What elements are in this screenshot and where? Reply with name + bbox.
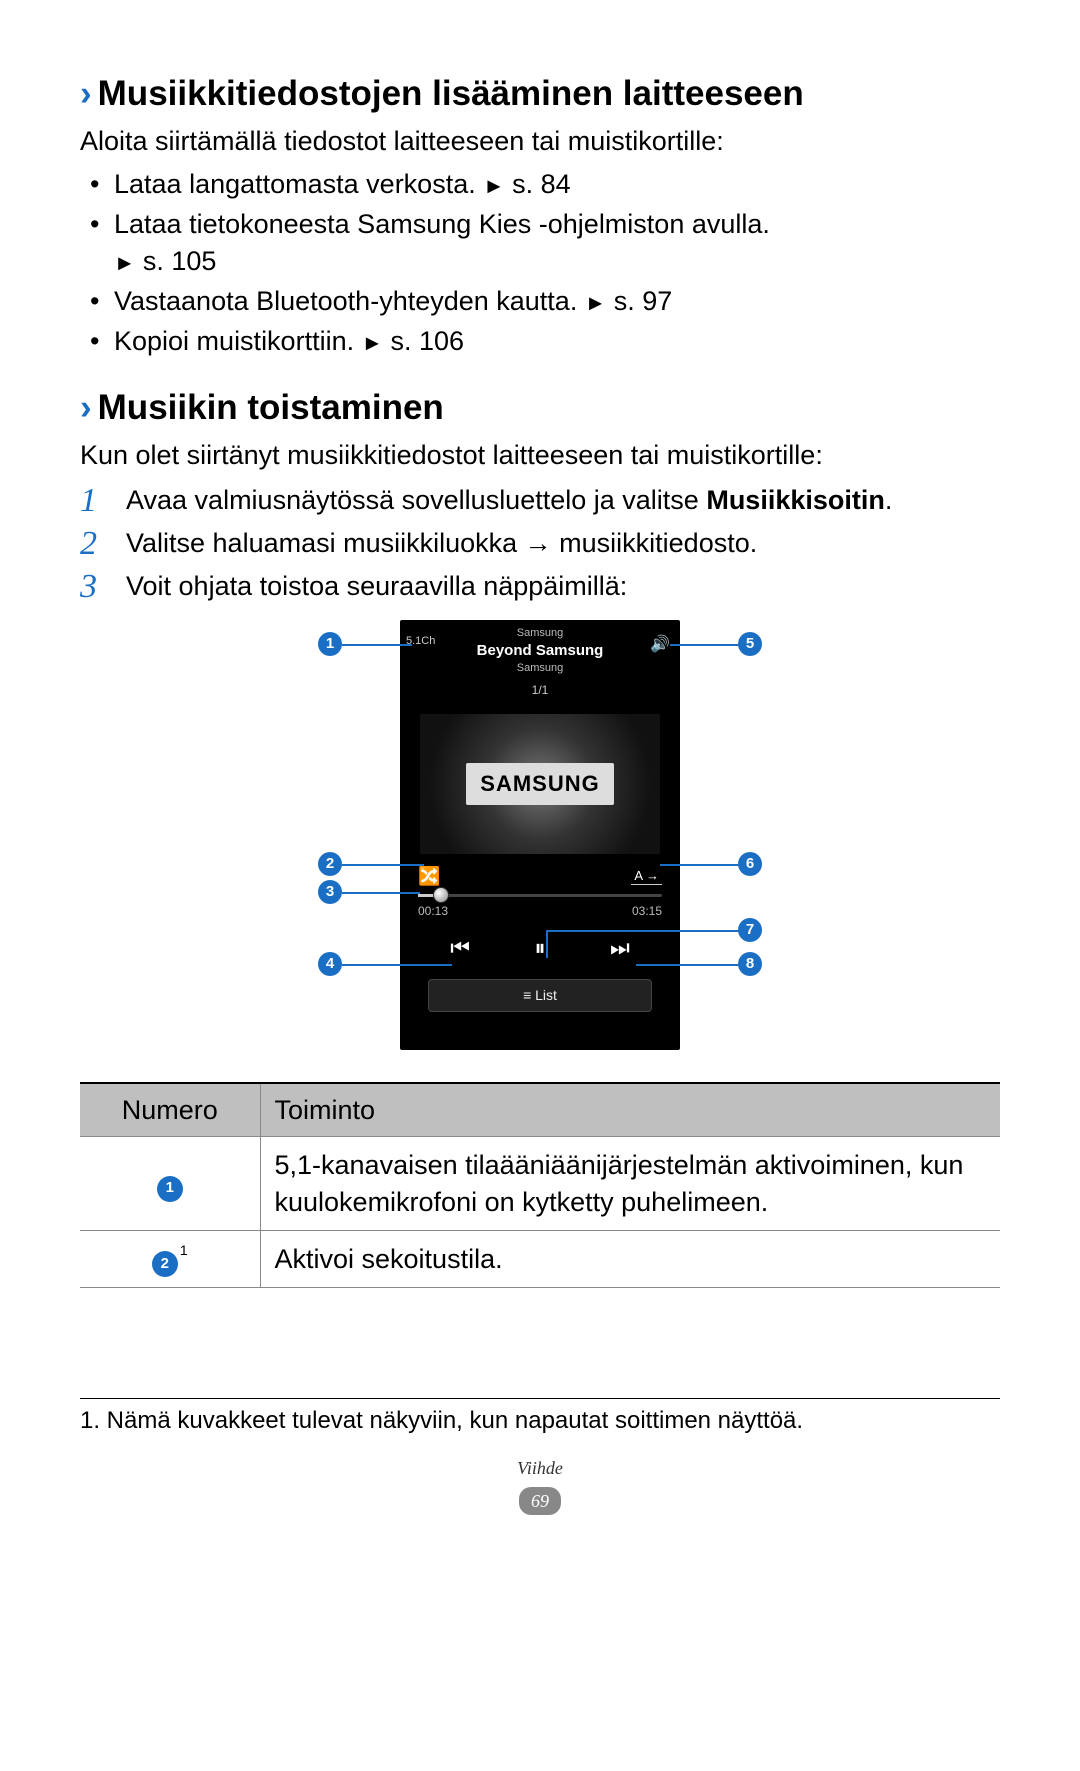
callout-line bbox=[342, 964, 452, 966]
callout-line bbox=[342, 644, 412, 646]
row-badge: 2 bbox=[152, 1251, 178, 1277]
volume-icon: 🔊 bbox=[650, 634, 670, 656]
list-item: Vastaanota Bluetooth-yhteyden kautta. ► … bbox=[88, 283, 1000, 319]
section-heading-2: ›Musiikin toistaminen bbox=[80, 384, 1000, 431]
chevron-icon: › bbox=[80, 74, 92, 113]
shuffle-icon: 🔀 bbox=[418, 864, 440, 888]
list-button: ≡ List bbox=[428, 979, 652, 1012]
step-item: 3 Voit ohjata toistoa seuraavilla näppäi… bbox=[80, 568, 1000, 605]
time-total: 03:15 bbox=[632, 903, 662, 919]
artist-small: Samsung bbox=[400, 620, 680, 641]
steps-list: 1 Avaa valmiusnäytössä sovellusluettelo … bbox=[80, 482, 1000, 606]
progress-bar bbox=[400, 894, 680, 897]
callout-badge-6: 6 bbox=[738, 852, 762, 876]
album-small: Samsung bbox=[400, 661, 680, 676]
table-header-number: Numero bbox=[80, 1083, 260, 1137]
footnote-ref: 1 bbox=[180, 1242, 188, 1258]
list-item: Kopioi muistikorttiin. ► s. 106 bbox=[88, 323, 1000, 359]
callout-badge-4: 4 bbox=[318, 952, 342, 976]
progress-knob bbox=[433, 887, 449, 903]
step-item: 1 Avaa valmiusnäytössä sovellusluettelo … bbox=[80, 482, 1000, 519]
step-item: 2 Valitse haluamasi musiikkiluokka → mus… bbox=[80, 525, 1000, 562]
callout-badge-5: 5 bbox=[738, 632, 762, 656]
prev-icon: ⏮ bbox=[450, 933, 470, 963]
triangle-icon: ► bbox=[114, 250, 135, 275]
phone-diagram: 1 2 3 4 5 6 7 8 5.1Ch 🔊 Samsung Beyond S… bbox=[80, 620, 1000, 1060]
section-heading-1: ›Musiikkitiedostojen lisääminen laittees… bbox=[80, 70, 1000, 117]
callout-badge-3: 3 bbox=[318, 880, 342, 904]
callout-line bbox=[670, 644, 740, 646]
callout-line bbox=[546, 930, 548, 958]
music-player-screen: 5.1Ch 🔊 Samsung Beyond Samsung Samsung 1… bbox=[400, 620, 680, 1050]
step-number: 2 bbox=[80, 525, 126, 562]
album-logo: SAMSUNG bbox=[466, 763, 613, 805]
table-row: 21 Aktivoi sekoitustila. bbox=[80, 1231, 1000, 1288]
triangle-icon: ► bbox=[483, 173, 504, 198]
callout-line bbox=[342, 892, 420, 894]
callout-line bbox=[660, 864, 740, 866]
page-number: 69 bbox=[519, 1487, 561, 1515]
page-footer: Viihde 69 bbox=[80, 1456, 1000, 1517]
surround-label: 5.1Ch bbox=[406, 634, 435, 649]
footnote: 1. Nämä kuvakkeet tulevat näkyviin, kun … bbox=[80, 1405, 1000, 1437]
table-header-function: Toiminto bbox=[260, 1083, 1000, 1137]
time-elapsed: 00:13 bbox=[418, 903, 448, 919]
function-table: Numero Toiminto 1 5,1-kanavaisen tilaään… bbox=[80, 1082, 1000, 1289]
callout-badge-7: 7 bbox=[738, 918, 762, 942]
callout-badge-1: 1 bbox=[318, 632, 342, 656]
step-number: 1 bbox=[80, 482, 126, 519]
row-desc: Aktivoi sekoitustila. bbox=[260, 1231, 1000, 1288]
row-desc: 5,1-kanavaisen tilaääniäänijärjestelmän … bbox=[260, 1137, 1000, 1231]
step-body: Valitse haluamasi musiikkiluokka → musii… bbox=[126, 525, 1000, 561]
bullet-list: Lataa langattomasta verkosta. ► s. 84 La… bbox=[80, 166, 1000, 360]
section2-intro: Kun olet siirtänyt musiikkitiedostot lai… bbox=[80, 437, 1000, 473]
list-item: Lataa langattomasta verkosta. ► s. 84 bbox=[88, 166, 1000, 202]
callout-line bbox=[342, 864, 424, 866]
step-body: Voit ohjata toistoa seuraavilla näppäimi… bbox=[126, 568, 1000, 604]
step-body: Avaa valmiusnäytössä sovellusluettelo ja… bbox=[126, 482, 1000, 518]
callout-line bbox=[546, 930, 740, 932]
triangle-icon: ► bbox=[585, 290, 606, 315]
list-item: Lataa tietokoneesta Samsung Kies -ohjelm… bbox=[88, 206, 1000, 279]
track-count: 1/1 bbox=[400, 682, 680, 698]
step-number: 3 bbox=[80, 568, 126, 605]
repeat-a-icon: A → bbox=[631, 867, 662, 886]
callout-line bbox=[636, 964, 740, 966]
table-row: 1 5,1-kanavaisen tilaääniäänijärjestelmä… bbox=[80, 1137, 1000, 1231]
triangle-icon: ► bbox=[362, 330, 383, 355]
footnote-rule bbox=[80, 1398, 1000, 1399]
song-title: Beyond Samsung bbox=[400, 641, 680, 661]
pause-icon: ⏸ bbox=[534, 933, 545, 963]
chevron-icon: › bbox=[80, 388, 92, 427]
section1-intro: Aloita siirtämällä tiedostot laitteeseen… bbox=[80, 123, 1000, 159]
footer-section-label: Viihde bbox=[80, 1456, 1000, 1480]
album-art: SAMSUNG bbox=[420, 714, 660, 854]
callout-badge-2: 2 bbox=[318, 852, 342, 876]
next-icon: ⏭ bbox=[610, 933, 630, 963]
row-badge: 1 bbox=[157, 1176, 183, 1202]
callout-badge-8: 8 bbox=[738, 952, 762, 976]
